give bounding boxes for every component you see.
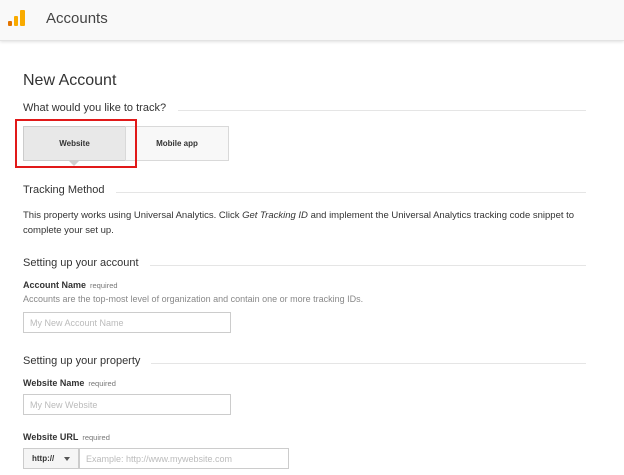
highlight-annotation — [15, 119, 137, 168]
section-divider — [116, 192, 586, 193]
app-header: Accounts — [0, 0, 624, 41]
website-url-label-text: Website URL — [23, 432, 79, 442]
track-mobile-app-label: Mobile app — [156, 139, 198, 148]
website-name-input[interactable] — [23, 394, 231, 415]
website-url-input[interactable] — [79, 448, 289, 469]
section-divider — [151, 363, 586, 364]
account-name-help: Accounts are the top-most level of organ… — [23, 294, 364, 304]
website-name-label-text: Website Name — [23, 378, 85, 388]
section-divider — [150, 265, 586, 266]
page-title: New Account — [23, 72, 117, 89]
tracking-method-description: This property works using Universal Anal… — [23, 208, 608, 238]
account-name-label: Account Name required — [23, 280, 118, 290]
analytics-bars-icon[interactable] — [8, 10, 26, 26]
account-setup-title: Setting up your account — [23, 257, 139, 269]
website-name-label: Website Name required — [23, 378, 116, 388]
chevron-down-icon — [64, 457, 70, 461]
track-mobile-app-button[interactable]: Mobile app — [125, 126, 229, 161]
get-tracking-id-emphasis: Get Tracking ID — [242, 210, 308, 221]
track-question: What would you like to track? — [23, 102, 167, 114]
header-title: Accounts — [46, 10, 108, 27]
tracking-method-title: Tracking Method — [23, 184, 105, 196]
property-setup-title: Setting up your property — [23, 355, 141, 367]
website-url-label: Website URL required — [23, 432, 110, 442]
description-text: This property works using Universal Anal… — [23, 210, 243, 221]
protocol-select[interactable]: http:// — [23, 448, 79, 469]
required-marker: required — [82, 433, 110, 442]
account-name-label-text: Account Name — [23, 280, 87, 290]
account-name-input[interactable] — [23, 312, 231, 333]
required-marker: required — [90, 281, 118, 290]
section-divider — [178, 110, 586, 111]
required-marker: required — [88, 379, 116, 388]
protocol-select-value: http:// — [32, 454, 55, 463]
